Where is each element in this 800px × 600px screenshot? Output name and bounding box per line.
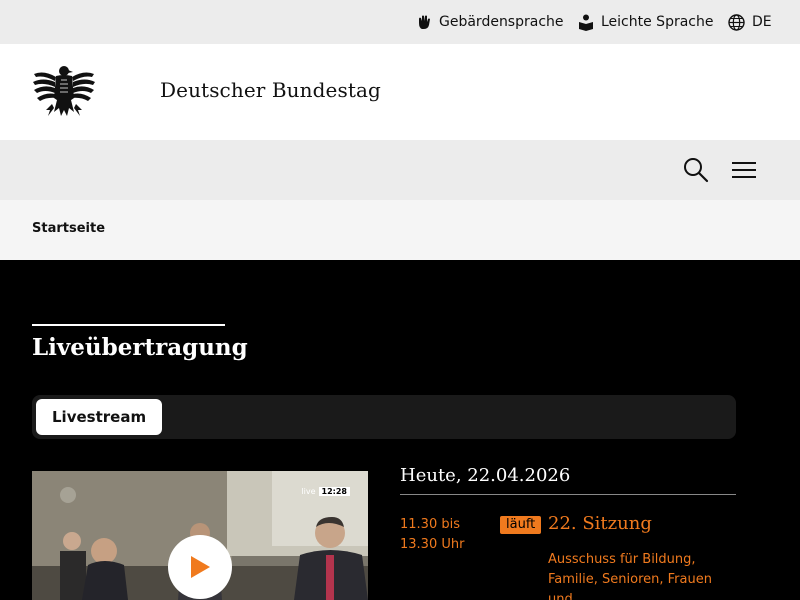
hamburger-menu-icon — [732, 162, 756, 178]
site-header: Deutscher Bundestag — [0, 44, 800, 140]
status-badge: läuft — [500, 516, 542, 534]
sign-language-label: Gebärdensprache — [439, 14, 564, 30]
section-divider — [32, 324, 225, 326]
session-item: 11.30 bis 13.30 Uhr läuft 22. Sitzung Au… — [400, 495, 736, 600]
tab-bar: Livestream — [32, 395, 736, 439]
breadcrumb-home[interactable]: Startseite — [32, 221, 105, 236]
easy-language-link[interactable]: Leichte Sprache — [578, 0, 713, 44]
session-description: Ausschuss für Bildung, Familie, Senioren… — [548, 552, 712, 600]
schedule-date-heading: Heute, 22.04.2026 — [400, 465, 736, 495]
session-title-link[interactable]: 22. Sitzung — [548, 513, 652, 534]
language-selector[interactable]: DE — [728, 0, 772, 44]
schedule-panel: Heute, 22.04.2026 11.30 bis 13.30 Uhr lä… — [400, 465, 736, 600]
live-label: live — [301, 487, 316, 496]
logo-link[interactable] — [32, 64, 96, 120]
video-player[interactable]: live 12:28 — [32, 471, 368, 600]
live-section: Liveübertragung Livestream live 12:28 He… — [0, 260, 800, 600]
play-icon — [191, 556, 210, 578]
utility-bar: Gebärdensprache Leichte Sprache DE — [0, 0, 800, 44]
sign-language-link[interactable]: Gebärdensprache — [416, 0, 564, 44]
session-time: 11.30 bis 13.30 Uhr — [400, 515, 464, 555]
nav-bar — [0, 140, 800, 200]
live-time: 12:28 — [318, 487, 350, 496]
search-button[interactable] — [682, 156, 710, 184]
section-title: Liveübertragung — [32, 334, 248, 361]
breadcrumb: Startseite — [0, 200, 800, 260]
session-time-start: 11.30 bis — [400, 517, 460, 532]
search-icon — [684, 158, 709, 183]
site-title: Deutscher Bundestag — [160, 78, 381, 102]
easy-language-icon — [579, 14, 593, 31]
language-label: DE — [752, 14, 772, 30]
easy-language-label: Leichte Sprache — [601, 14, 714, 30]
session-time-end: 13.30 Uhr — [400, 537, 465, 552]
federal-eagle-icon — [33, 66, 95, 116]
tab-livestream[interactable]: Livestream — [36, 399, 163, 435]
live-indicator: live 12:28 — [301, 487, 350, 496]
menu-button[interactable] — [730, 158, 758, 182]
globe-icon — [728, 13, 745, 31]
sign-language-icon — [419, 15, 430, 29]
play-button[interactable] — [168, 535, 232, 599]
